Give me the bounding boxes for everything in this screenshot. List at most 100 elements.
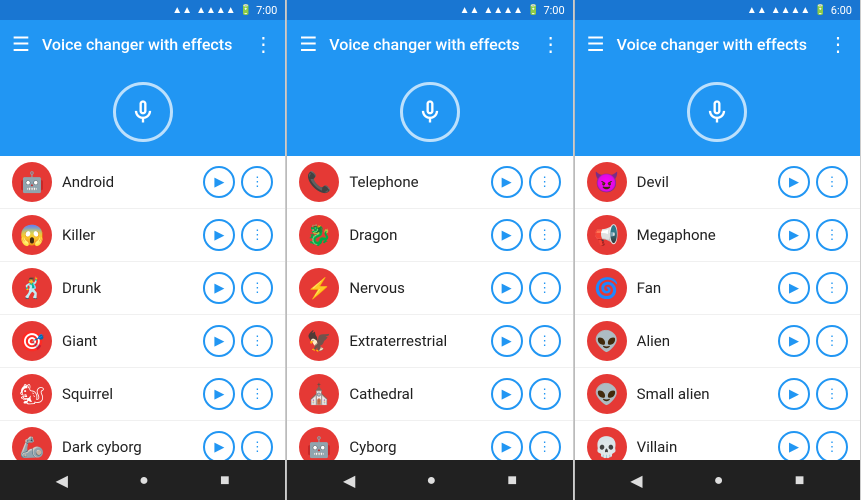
- home-button[interactable]: ●: [714, 470, 724, 490]
- effect-icon: 🐉: [299, 215, 339, 255]
- play-icon: ▶: [502, 227, 512, 243]
- recent-button[interactable]: ■: [795, 470, 805, 490]
- more-menu-icon[interactable]: ⋮: [541, 32, 561, 56]
- status-bar: ▲▲ ▲▲▲▲ 🔋 7:00: [0, 0, 285, 20]
- effect-name: Cyborg: [349, 438, 480, 456]
- mic-button[interactable]: [113, 82, 173, 142]
- more-options-button[interactable]: ⋮: [529, 219, 561, 251]
- play-button[interactable]: ▶: [203, 166, 235, 198]
- play-button[interactable]: ▶: [203, 378, 235, 410]
- effect-icon: ⚡: [299, 268, 339, 308]
- play-button[interactable]: ▶: [203, 431, 235, 460]
- home-button[interactable]: ●: [426, 470, 436, 490]
- effect-actions: ▶ ⋮: [491, 431, 561, 460]
- more-options-button[interactable]: ⋮: [529, 325, 561, 357]
- play-button[interactable]: ▶: [778, 219, 810, 251]
- more-options-button[interactable]: ⋮: [816, 219, 848, 251]
- play-button[interactable]: ▶: [778, 378, 810, 410]
- play-button[interactable]: ▶: [778, 166, 810, 198]
- status-icons: ▲▲ ▲▲▲▲ 🔋 6:00: [747, 4, 852, 17]
- battery-icon: 🔋: [240, 5, 252, 16]
- play-icon: ▶: [789, 174, 799, 190]
- more-options-button[interactable]: ⋮: [241, 219, 273, 251]
- mic-button[interactable]: [687, 82, 747, 142]
- effect-item: 📞 Telephone ▶ ⋮: [287, 156, 572, 209]
- more-menu-icon[interactable]: ⋮: [253, 32, 273, 56]
- battery-icon: 🔋: [527, 5, 539, 16]
- hamburger-icon[interactable]: ☰: [299, 32, 317, 56]
- effect-actions: ▶ ⋮: [778, 431, 848, 460]
- more-options-button[interactable]: ⋮: [816, 272, 848, 304]
- more-options-button[interactable]: ⋮: [241, 272, 273, 304]
- more-options-button[interactable]: ⋮: [241, 378, 273, 410]
- play-icon: ▶: [214, 333, 224, 349]
- effect-item: ⚡ Nervous ▶ ⋮: [287, 262, 572, 315]
- effect-item: 🐿 Squirrel ▶ ⋮: [0, 368, 285, 421]
- play-icon: ▶: [789, 386, 799, 402]
- more-dots-icon: ⋮: [251, 333, 264, 349]
- play-button[interactable]: ▶: [491, 325, 523, 357]
- more-menu-icon[interactable]: ⋮: [828, 32, 848, 56]
- back-button[interactable]: ◀: [630, 471, 642, 490]
- effect-actions: ▶ ⋮: [203, 431, 273, 460]
- effect-name: Dragon: [349, 226, 480, 244]
- play-icon: ▶: [789, 439, 799, 455]
- more-options-button[interactable]: ⋮: [816, 378, 848, 410]
- play-icon: ▶: [214, 227, 224, 243]
- wifi-icon: ▲▲: [460, 5, 480, 16]
- effect-icon: 📢: [587, 215, 627, 255]
- recent-button[interactable]: ■: [507, 470, 517, 490]
- mic-button[interactable]: [400, 82, 460, 142]
- more-dots-icon: ⋮: [825, 280, 838, 296]
- effect-icon: 😈: [587, 162, 627, 202]
- hamburger-icon[interactable]: ☰: [587, 32, 605, 56]
- more-options-button[interactable]: ⋮: [529, 272, 561, 304]
- status-bar: ▲▲ ▲▲▲▲ 🔋 6:00: [575, 0, 860, 20]
- more-options-button[interactable]: ⋮: [816, 166, 848, 198]
- recent-button[interactable]: ■: [220, 470, 230, 490]
- effect-name: Alien: [637, 332, 768, 350]
- mic-container: [0, 68, 285, 156]
- play-button[interactable]: ▶: [203, 325, 235, 357]
- app-title: Voice changer with effects: [329, 35, 528, 54]
- play-button[interactable]: ▶: [491, 219, 523, 251]
- effect-item: 😱 Killer ▶ ⋮: [0, 209, 285, 262]
- effect-icon: 🤖: [299, 427, 339, 460]
- effect-name: Small alien: [637, 385, 768, 403]
- effect-actions: ▶ ⋮: [778, 219, 848, 251]
- play-button[interactable]: ▶: [491, 166, 523, 198]
- more-dots-icon: ⋮: [251, 280, 264, 296]
- play-button[interactable]: ▶: [491, 431, 523, 460]
- play-button[interactable]: ▶: [203, 219, 235, 251]
- more-options-button[interactable]: ⋮: [816, 325, 848, 357]
- more-options-button[interactable]: ⋮: [816, 431, 848, 460]
- home-button[interactable]: ●: [139, 470, 149, 490]
- more-options-button[interactable]: ⋮: [529, 431, 561, 460]
- wifi-icon: ▲▲: [172, 5, 192, 16]
- play-icon: ▶: [502, 333, 512, 349]
- effect-actions: ▶ ⋮: [203, 219, 273, 251]
- more-options-button[interactable]: ⋮: [241, 325, 273, 357]
- back-button[interactable]: ◀: [56, 471, 68, 490]
- app-title: Voice changer with effects: [42, 35, 241, 54]
- more-options-button[interactable]: ⋮: [529, 166, 561, 198]
- more-options-button[interactable]: ⋮: [529, 378, 561, 410]
- effect-item: 🦅 Extraterrestrial ▶ ⋮: [287, 315, 572, 368]
- play-icon: ▶: [214, 386, 224, 402]
- play-button[interactable]: ▶: [491, 272, 523, 304]
- play-button[interactable]: ▶: [778, 431, 810, 460]
- more-options-button[interactable]: ⋮: [241, 166, 273, 198]
- effect-actions: ▶ ⋮: [491, 272, 561, 304]
- more-options-button[interactable]: ⋮: [241, 431, 273, 460]
- effect-name: Drunk: [62, 279, 193, 297]
- more-dots-icon: ⋮: [538, 280, 551, 296]
- play-button[interactable]: ▶: [491, 378, 523, 410]
- nav-bar: ◀ ● ■: [0, 460, 285, 500]
- play-button[interactable]: ▶: [778, 325, 810, 357]
- play-button[interactable]: ▶: [778, 272, 810, 304]
- effect-item: 🕺 Drunk ▶ ⋮: [0, 262, 285, 315]
- status-bar: ▲▲ ▲▲▲▲ 🔋 7:00: [287, 0, 572, 20]
- hamburger-icon[interactable]: ☰: [12, 32, 30, 56]
- play-button[interactable]: ▶: [203, 272, 235, 304]
- back-button[interactable]: ◀: [343, 471, 355, 490]
